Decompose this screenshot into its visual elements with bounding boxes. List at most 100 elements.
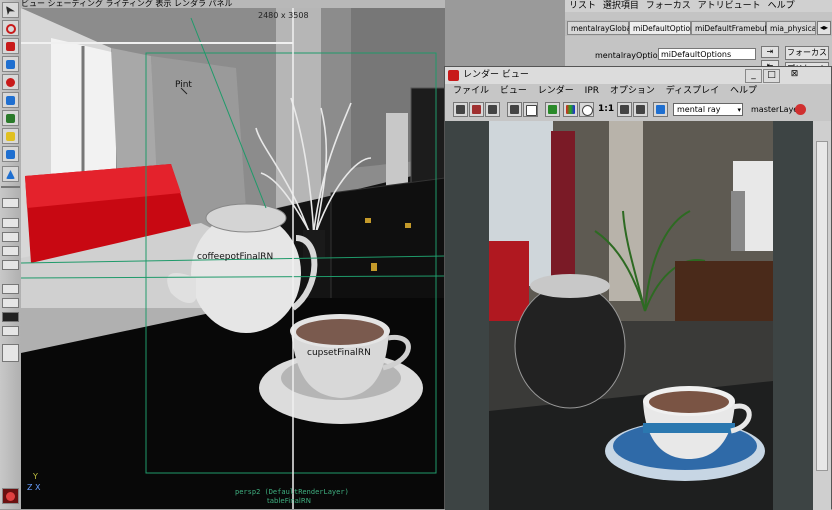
snapshot-button[interactable]: [485, 102, 500, 117]
remove-image-button[interactable]: [633, 102, 648, 117]
render-cup-band: [643, 423, 735, 433]
layout-single-button[interactable]: [2, 198, 19, 208]
camera-icon: [488, 105, 497, 114]
move-tool-button[interactable]: [2, 56, 19, 72]
menu-file[interactable]: ファイル: [453, 86, 489, 96]
tab-midefaultframebuffer[interactable]: miDefaultFramebuffer: [691, 21, 778, 35]
menu-list[interactable]: リスト: [569, 1, 596, 11]
keep-image-button[interactable]: [617, 102, 632, 117]
redo-render-button[interactable]: [453, 102, 468, 117]
tool-shelf: [0, 0, 22, 509]
axis-zx-label: Z X: [27, 483, 41, 492]
render-coffeepot: [514, 283, 626, 409]
maximize-icon[interactable]: □: [763, 69, 780, 83]
layout-two-horizontal-button[interactable]: [2, 246, 19, 256]
status-button[interactable]: [2, 488, 19, 504]
layout-hypershade-button[interactable]: [2, 298, 19, 308]
menu-selected[interactable]: 選択項目: [603, 1, 639, 11]
options-name-field[interactable]: miDefaultOptions: [658, 48, 756, 60]
menu-help[interactable]: ヘルプ: [730, 86, 757, 96]
attribute-editor-menubar: リスト 選択項目 フォーカス アトリビュート ヘルプ: [565, 0, 832, 12]
arrow-cursor-icon: [6, 6, 15, 15]
focus-button[interactable]: フォーカス: [785, 46, 829, 60]
coffeepot-label: coffeepotFinalRN: [197, 252, 274, 262]
coffeepot-lid: [205, 203, 287, 233]
menu-ipr[interactable]: IPR: [585, 86, 599, 96]
options-row: mentalrayOptions: miDefaultOptions ⇥ フォー…: [565, 44, 832, 76]
menu-attributes[interactable]: アトリビュート: [698, 1, 761, 11]
menu-view[interactable]: ビュー: [500, 86, 527, 96]
minimize-icon[interactable]: _: [745, 69, 762, 83]
clapper-icon: [456, 105, 465, 114]
drawer-handle: [405, 223, 411, 228]
snapshot-region-button[interactable]: [523, 102, 538, 117]
render-view-toolbar: 1:1 mental ray ▾ masterLayer: [445, 100, 831, 120]
render-view-titlebar[interactable]: レンダー ビュー _ □ ⊠: [445, 67, 831, 85]
layout-render-button[interactable]: [2, 312, 19, 322]
show-manip-button[interactable]: [2, 146, 19, 162]
render-view-scrollbar[interactable]: [813, 121, 831, 510]
move-icon: [6, 60, 15, 69]
menu-options[interactable]: オプション: [610, 86, 655, 96]
scrollbar-thumb[interactable]: [816, 141, 828, 471]
scale-tool-button[interactable]: [2, 92, 19, 108]
menu-help[interactable]: ヘルプ: [768, 1, 795, 11]
render-view-window: レンダー ビュー _ □ ⊠ ファイル ビュー レンダー IPR オプション デ…: [444, 66, 832, 510]
render-layer-icon[interactable]: [795, 104, 806, 115]
coffee: [296, 319, 384, 345]
rotate-tool-button[interactable]: [2, 74, 19, 90]
alpha-icon: [582, 105, 593, 116]
menu-render[interactable]: レンダー: [538, 86, 574, 96]
display-rgb-button[interactable]: [563, 102, 578, 117]
ipr-render-button[interactable]: [469, 102, 484, 117]
remove-image-icon: [636, 105, 645, 114]
menu-display[interactable]: ディスプレイ: [666, 86, 719, 96]
tab-mia-physicalsky[interactable]: mia_physicalsky: [766, 21, 816, 35]
axis-y-label: Y: [33, 472, 38, 481]
render-region-button[interactable]: [507, 102, 522, 117]
render-camera-button[interactable]: [653, 102, 668, 117]
last-tool-button[interactable]: [2, 166, 19, 182]
layout-menu-button[interactable]: [2, 344, 19, 362]
close-icon[interactable]: ⊠: [787, 69, 802, 81]
brush-icon: [6, 42, 15, 51]
rotate-icon: [6, 78, 15, 87]
go-to-input-button[interactable]: ⇥: [761, 46, 779, 58]
soft-mod-tool-button[interactable]: [2, 128, 19, 144]
toolbar-divider: [1, 186, 20, 188]
layout-graph-button[interactable]: [2, 284, 19, 294]
resolution-gate-label: 2480 x 3508: [258, 11, 309, 20]
render-layer-label[interactable]: masterLayer: [751, 105, 802, 114]
select-tool-button[interactable]: [2, 2, 19, 18]
chevron-down-icon: ▾: [737, 106, 741, 114]
region-icon: [526, 105, 537, 116]
lasso-tool-button[interactable]: [2, 20, 19, 36]
viewport-menubar[interactable]: ビュー シェーディング ライティング 表示 レンダラ パネル: [21, 0, 445, 8]
table-label: tableFinalRN: [267, 497, 311, 505]
renderer-dropdown[interactable]: mental ray ▾: [673, 103, 743, 116]
render-coffee: [649, 391, 729, 413]
layout-four-button[interactable]: [2, 218, 19, 228]
drawer-handle: [371, 263, 377, 271]
manipulator-icon: [6, 114, 15, 123]
perspective-viewport[interactable]: ビュー シェーディング ライティング 表示 レンダラ パネル 2480 x 35…: [21, 0, 445, 509]
display-alpha-button[interactable]: [579, 102, 594, 117]
camera-label: persp2 (DefaultRenderLayer): [235, 488, 349, 496]
rgb-channels-button[interactable]: [545, 102, 560, 117]
show-manip-icon: [6, 150, 15, 159]
tab-midefaultoptions[interactable]: miDefaultOptions: [629, 21, 699, 35]
paint-tool-button[interactable]: [2, 38, 19, 54]
maya-app-icon: [448, 70, 459, 81]
render-pillar: [609, 121, 643, 301]
real-size-button[interactable]: 1:1: [598, 104, 614, 114]
manipulator-tool-button[interactable]: [2, 110, 19, 126]
tab-mentalrayglobals[interactable]: mentalrayGlobals: [567, 21, 637, 35]
tab-scroll-arrows[interactable]: ◂▸: [817, 21, 831, 35]
rgb-icon: [548, 105, 557, 114]
menu-focus[interactable]: フォーカス: [646, 1, 691, 11]
layout-custom-button[interactable]: [2, 326, 19, 336]
layout-two-button[interactable]: [2, 232, 19, 242]
cupset-label: cupsetFinalRN: [307, 348, 371, 358]
layout-outliner-button[interactable]: [2, 260, 19, 270]
last-tool-icon: [6, 170, 15, 179]
